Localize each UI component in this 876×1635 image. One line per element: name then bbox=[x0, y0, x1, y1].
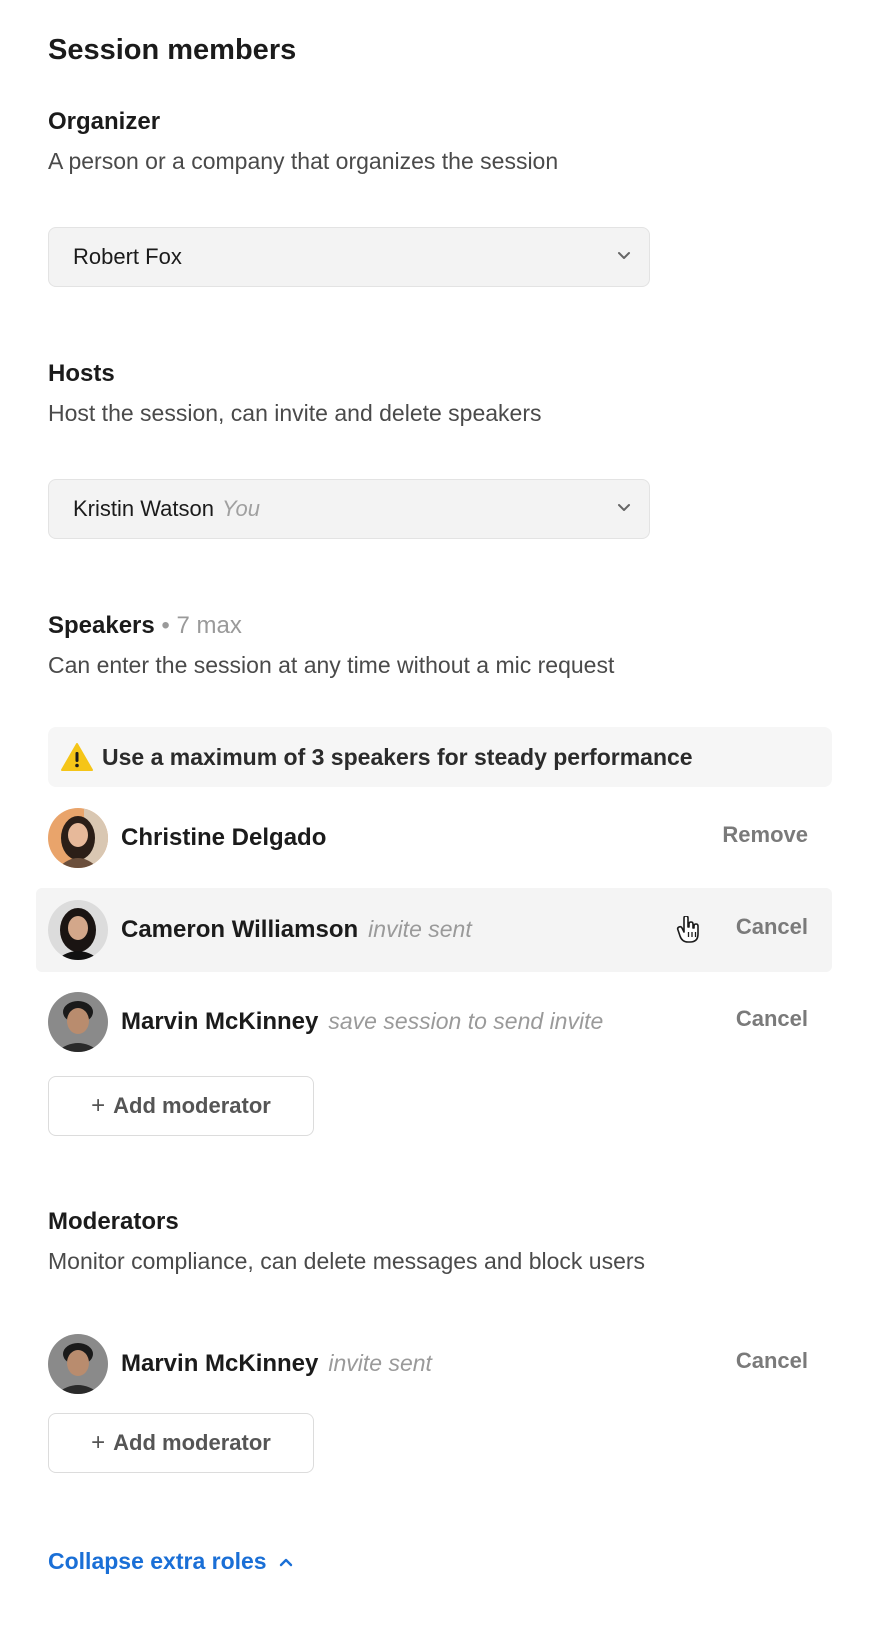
hosts-select[interactable]: Kristin Watson You bbox=[48, 479, 650, 539]
chevron-up-icon bbox=[279, 1558, 292, 1566]
organizer-select-value: Robert Fox bbox=[73, 244, 182, 269]
hosts-select-hint: You bbox=[222, 496, 260, 521]
plus-icon: + bbox=[91, 1092, 106, 1119]
speaker-name: Christine Delgado bbox=[121, 824, 327, 851]
organizer-description: A person or a company that organizes the… bbox=[48, 148, 559, 174]
chevron-down-icon bbox=[618, 504, 630, 511]
hosts-description: Host the session, can invite and delete … bbox=[48, 400, 542, 426]
avatar bbox=[48, 900, 108, 960]
hosts-select-value: Kristin Watson bbox=[73, 496, 215, 521]
avatar bbox=[48, 808, 108, 868]
cancel-button[interactable]: Cancel bbox=[736, 1006, 808, 1032]
speaker-row: Christine Delgado Remove bbox=[36, 796, 832, 880]
organizer-title: Organizer bbox=[48, 108, 161, 135]
speaker-name: Marvin McKinney bbox=[121, 1008, 319, 1035]
collapse-extra-roles-link[interactable]: Collapse extra roles bbox=[48, 1548, 293, 1575]
remove-button[interactable]: Remove bbox=[722, 822, 808, 848]
plus-icon: + bbox=[91, 1429, 106, 1456]
speaker-status: save session to send invite bbox=[328, 1008, 604, 1034]
cancel-button[interactable]: Cancel bbox=[736, 914, 808, 940]
speakers-title-text: Speakers bbox=[48, 612, 155, 639]
speaker-row: Marvin McKinney save session to send invi… bbox=[36, 980, 832, 1064]
hosts-title: Hosts bbox=[48, 360, 115, 387]
add-speaker-label: Add moderator bbox=[113, 1093, 271, 1118]
organizer-select[interactable]: Robert Fox bbox=[48, 227, 650, 287]
speaker-row: Cameron Williamson invite sent Cancel bbox=[36, 888, 832, 972]
collapse-label: Collapse extra roles bbox=[48, 1548, 267, 1574]
warning-triangle-icon bbox=[61, 743, 93, 771]
speaker-name: Cameron Williamson bbox=[121, 916, 359, 943]
moderator-status: invite sent bbox=[328, 1350, 432, 1376]
avatar bbox=[48, 1334, 108, 1394]
add-speaker-button[interactable]: + Add moderator bbox=[48, 1076, 314, 1136]
speaker-status: invite sent bbox=[368, 916, 472, 942]
chevron-down-icon bbox=[618, 252, 630, 259]
avatar bbox=[48, 992, 108, 1052]
moderator-name: Marvin McKinney bbox=[121, 1350, 319, 1377]
moderator-row: Marvin McKinney invite sent Cancel bbox=[36, 1322, 832, 1406]
cancel-button[interactable]: Cancel bbox=[736, 1348, 808, 1374]
speakers-warning: Use a maximum of 3 speakers for steady p… bbox=[48, 727, 832, 787]
moderators-description: Monitor compliance, can delete messages … bbox=[48, 1248, 646, 1274]
speakers-warning-text: Use a maximum of 3 speakers for steady p… bbox=[102, 743, 693, 770]
speakers-limit: • 7 max bbox=[161, 612, 242, 639]
add-moderator-label: Add moderator bbox=[113, 1430, 271, 1455]
hand-pointer-icon bbox=[676, 916, 699, 943]
add-moderator-button[interactable]: + Add moderator bbox=[48, 1413, 314, 1473]
speakers-title: Speakers • 7 max bbox=[48, 612, 242, 640]
page-title: Session members bbox=[48, 34, 297, 66]
speakers-description: Can enter the session at any time withou… bbox=[48, 652, 615, 678]
moderators-title: Moderators bbox=[48, 1208, 179, 1235]
